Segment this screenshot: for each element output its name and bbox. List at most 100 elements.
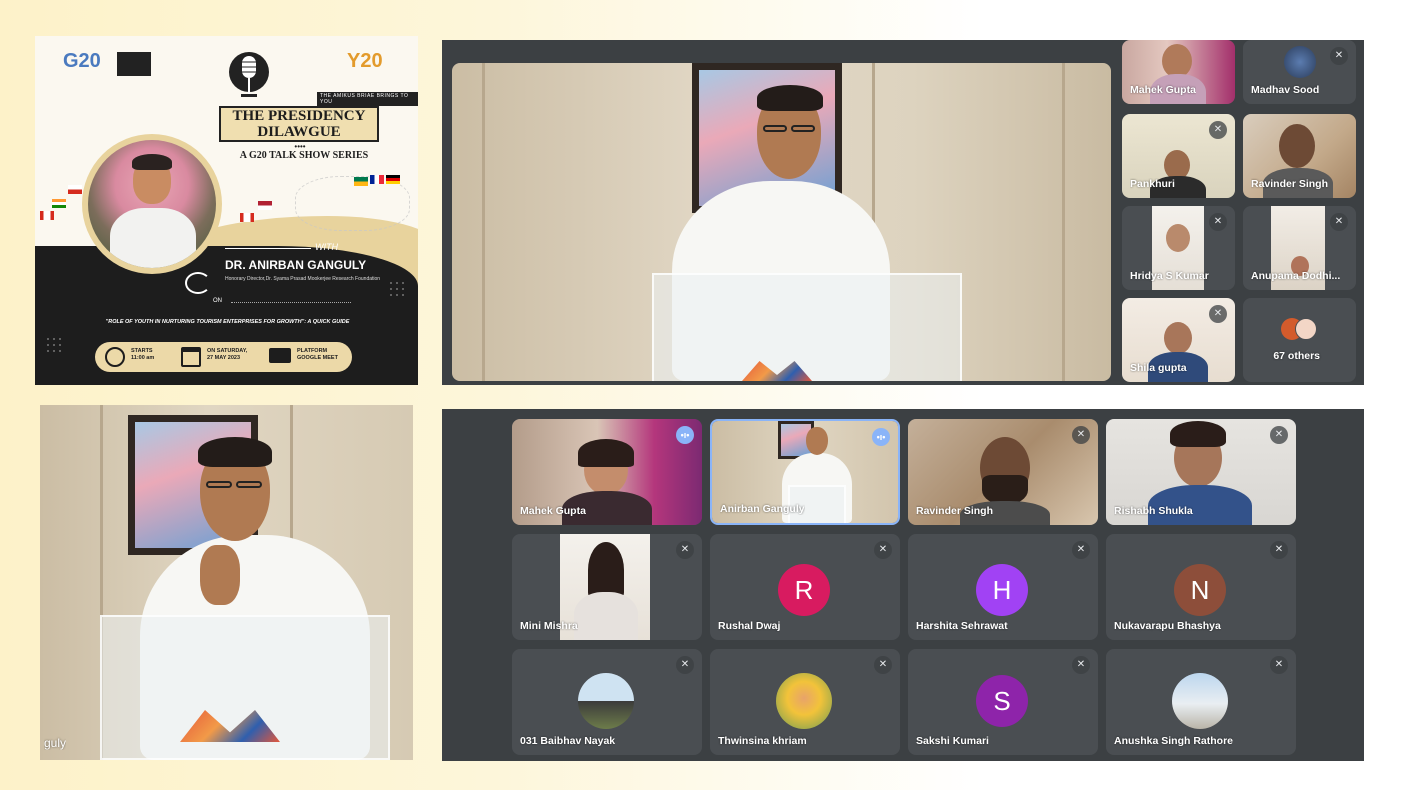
participant-name: 031 Baibhav Nayak [520,735,616,747]
mic-off-icon: ✕ [1270,426,1288,444]
participant-tile[interactable]: ✕ Anupama Dodhi... [1243,206,1356,290]
org-logo [117,52,151,76]
event-date: ON SATURDAY, 27 MAY 2023 [207,348,248,361]
others-tile[interactable]: 67 others [1243,298,1356,382]
participant-name: Shila gupta [1130,362,1187,374]
poster-subtitle: A G20 TALK SHOW SERIES [239,150,369,161]
meet-window-bottom: •ı• Mahek Gupta •ı• Anirban Ganguly ✕ Ra… [442,409,1364,761]
participant-tile[interactable]: Ravinder Singh [1243,114,1356,198]
participant-name: Rishabh Shukla [1114,505,1193,517]
participant-tile[interactable]: S ✕ Sakshi Kumari [908,649,1098,755]
participant-avatar [1172,673,1228,729]
participant-name: Anirban Ganguly [720,503,805,515]
participant-tile[interactable]: ✕ Mini Mishra [512,534,702,640]
mic-off-icon: ✕ [1270,541,1288,559]
arrow-decoration [185,272,211,294]
dot-grid-decoration [45,336,63,354]
mic-off-icon: ✕ [1072,426,1090,444]
participant-tile[interactable]: ✕ Ravinder Singh [908,419,1098,525]
participant-name: Harshita Sehrawat [916,620,1008,632]
podium [652,273,962,381]
participant-name: Sakshi Kumari [916,735,989,747]
microphone-icon [229,52,269,97]
poster-title-line2: DILAWGUE [257,124,341,140]
mic-off-icon: ✕ [676,541,694,559]
participant-letter-avatar: N [1174,564,1226,616]
participant-name: guly [44,736,67,750]
participant-name: Mahek Gupta [520,505,586,517]
mic-off-icon: ✕ [1270,656,1288,674]
participant-tile[interactable]: ✕ Rishabh Shukla [1106,419,1296,525]
participant-letter-avatar: R [778,564,830,616]
participant-name: Mahek Gupta [1130,84,1196,96]
clock-icon [105,347,125,367]
participant-name: Hridya S Kumar [1130,270,1209,282]
talk-topic: "ROLE OF YOUTH IN NURTURING TOURISM ENTE… [105,319,350,325]
participant-tile[interactable]: R ✕ Rushal Dwaj [710,534,900,640]
y20-logo: Y20 [347,50,383,72]
monitor-icon [269,348,291,363]
dot-grid-decoration [388,280,406,298]
speaker-portrait [82,134,222,274]
participant-name: Ravinder Singh [916,505,994,517]
participant-tile[interactable]: •ı• Mahek Gupta [512,419,702,525]
event-info-pill: STARTS 11:00 am ON SATURDAY, 27 MAY 2023… [95,342,352,372]
participant-avatar [1284,46,1316,78]
participant-tile[interactable]: ✕ Thwinsina khriam [710,649,900,755]
participant-tile[interactable]: ✕ Pankhuri [1122,114,1235,198]
speaker-affiliation: Honorary Director,Dr. Syama Prasad Mooke… [225,276,381,282]
participant-name: Mini Mishra [520,620,578,632]
calendar-icon [181,347,201,367]
mic-off-icon: ✕ [1209,213,1227,231]
mic-off-icon: ✕ [874,541,892,559]
with-line [225,248,311,249]
mic-off-icon: ✕ [1209,305,1227,323]
poster-title-line1: THE PRESIDENCY [232,108,366,124]
mic-off-icon: ✕ [1072,656,1090,674]
speaker-video-closeup: guly [40,405,413,760]
others-count: 67 others [1273,350,1321,362]
mic-off-icon: ✕ [676,656,694,674]
with-label: WITH [315,242,338,252]
g20-logo: G20 [63,50,101,72]
poster-presenter-tag: THE AMIKUS BRIAE BRINGS TO YOU [317,92,418,106]
participant-name: Rushal Dwaj [718,620,781,632]
participant-name: Nukavarapu Bhashya [1114,620,1221,632]
mic-off-icon: ✕ [1072,541,1090,559]
participant-tile[interactable]: N ✕ Nukavarapu Bhashya [1106,534,1296,640]
event-poster: G20 Y20 THE AMIKUS BRIAE BRINGS TO YOU T… [35,36,418,385]
event-platform: PLATFORM GOOGLE MEET [297,348,338,361]
presenter-video[interactable] [452,63,1111,381]
participant-tile[interactable]: ✕ Shila gupta [1122,298,1235,382]
gesturing-hand [200,545,240,605]
participant-tile[interactable]: H ✕ Harshita Sehrawat [908,534,1098,640]
others-avatar [1295,318,1317,340]
participant-avatar [776,673,832,729]
participant-tile[interactable]: ✕ Hridya S Kumar [1122,206,1235,290]
mic-off-icon: ✕ [874,656,892,674]
participant-name: Thwinsina khriam [718,735,807,747]
participant-name: Ravinder Singh [1251,178,1329,190]
participant-letter-avatar: S [976,675,1028,727]
participant-name: Anupama Dodhi... [1251,270,1341,282]
mic-off-icon: ✕ [1330,47,1348,65]
participant-tile[interactable]: Mahek Gupta [1122,40,1235,104]
on-dots [231,302,351,303]
participant-tile[interactable]: ✕ Madhav Sood [1243,40,1356,104]
participant-tile[interactable]: ✕ Anushka Singh Rathore [1106,649,1296,755]
audio-level-icon: •ı• [872,428,890,446]
start-time: STARTS 11:00 am [131,348,155,361]
mic-off-icon: ✕ [1330,213,1348,231]
participant-name: Anushka Singh Rathore [1114,735,1234,747]
meet-window-top: Mahek Gupta ✕ Madhav Sood ✕ Pankhuri Rav… [442,40,1364,385]
mic-off-icon: ✕ [1209,121,1227,139]
speaker-name: DR. ANIRBAN GANGULY [225,258,367,272]
audio-level-icon: •ı• [676,426,694,444]
participant-avatar [578,673,634,729]
participant-letter-avatar: H [976,564,1028,616]
on-label: ON [213,298,222,304]
participant-tile[interactable]: ✕ 031 Baibhav Nayak [512,649,702,755]
participant-name: Pankhuri [1130,178,1175,190]
participant-tile-active[interactable]: •ı• Anirban Ganguly [710,419,900,525]
participant-name: Madhav Sood [1251,84,1320,96]
